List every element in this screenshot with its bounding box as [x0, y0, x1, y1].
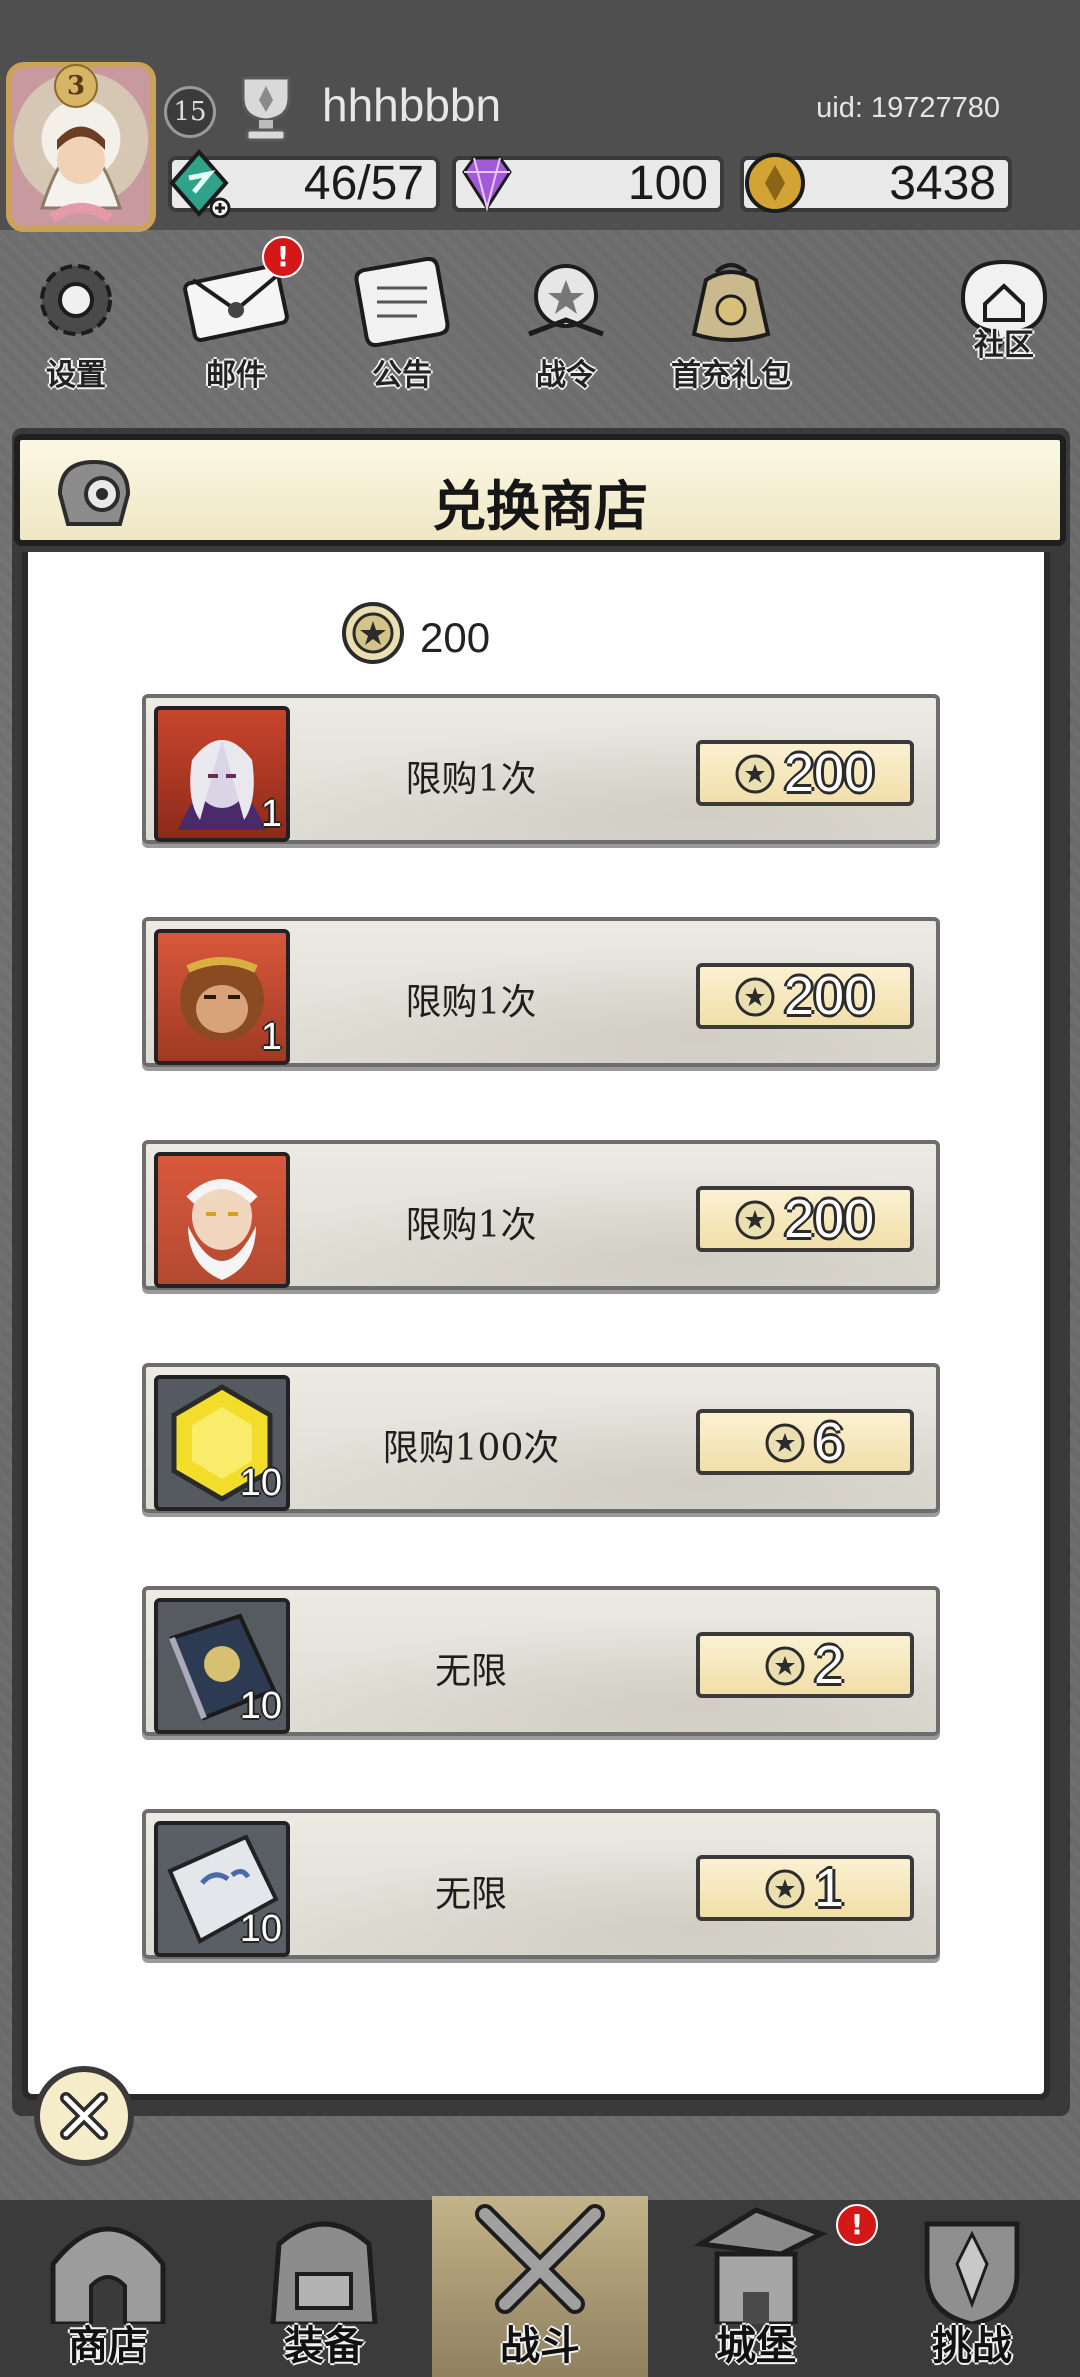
nav-challenge-label: 挑战 — [932, 2323, 1012, 2369]
item-quantity: 1 — [260, 793, 282, 835]
nav-equipment[interactable]: 装备 — [216, 2196, 432, 2377]
shop-item-icon — [154, 1152, 290, 1288]
purchase-limit: 无限 — [434, 1651, 507, 1692]
price-value: 200 — [784, 743, 875, 803]
menu-announcement[interactable]: 公告 — [342, 250, 462, 400]
backpack-icon — [270, 2221, 378, 2324]
scroll-icon — [354, 256, 450, 348]
star-coin-icon — [765, 1646, 805, 1686]
shop-item-row: 10 限购100次 6 — [142, 1363, 940, 1513]
star-coin-icon — [735, 1200, 775, 1240]
shield-trophy-icon — [924, 2221, 1020, 2324]
menu-settings[interactable]: 设置 — [16, 250, 136, 400]
stamina-crystal-icon[interactable] — [164, 148, 234, 218]
shop-item-icon: 1 — [154, 929, 290, 1065]
username: hhhbbbn — [322, 79, 502, 131]
star-coin-icon — [735, 977, 775, 1017]
buy-button[interactable]: 200 — [696, 1186, 914, 1252]
nav-battle-label: 战斗 — [500, 2323, 580, 2369]
item-quantity: 10 — [239, 1685, 282, 1727]
battle-pass-icon — [528, 264, 604, 337]
menu-mail-label: 邮件 — [206, 358, 266, 393]
panel-title: 兑换商店 — [432, 474, 648, 538]
panel-header: 兑换商店 — [14, 434, 1066, 546]
close-icon — [60, 2092, 108, 2140]
purchase-limit: 限购1次 — [405, 982, 537, 1023]
purple-diamond-icon[interactable] — [452, 148, 522, 218]
shop-item-row: 10 无限 1 — [142, 1809, 940, 1959]
mail-notification-badge: ! — [262, 236, 304, 278]
nav-castle-label: 城堡 — [716, 2323, 796, 2369]
shop-item-row: 1 限购1次 200 — [142, 917, 940, 1067]
hero-portrait-sage-icon — [186, 1179, 258, 1280]
purchase-limit: 限购100次 — [382, 1428, 560, 1469]
buy-button[interactable]: 200 — [696, 963, 914, 1029]
gold-coin-icon[interactable] — [740, 148, 810, 218]
purchase-limit: 限购1次 — [405, 1205, 537, 1246]
nav-castle[interactable]: 城堡 — [648, 2196, 864, 2377]
menu-battle-pass[interactable]: 战令 — [506, 250, 626, 400]
shop-item-icon: 10 — [154, 1375, 290, 1511]
nav-challenge[interactable]: 挑战 — [864, 2196, 1080, 2377]
player-level-badge: 3 — [54, 64, 98, 108]
menu-first-recharge[interactable]: 首充礼包 — [660, 250, 802, 400]
nav-equipment-label: 装备 — [284, 2323, 364, 2369]
price-value: 200 — [784, 1189, 875, 1249]
shop-item-row: 1 限购1次 200 — [142, 694, 940, 844]
gift-bag-icon — [691, 263, 771, 342]
price-value: 1 — [814, 1858, 845, 1918]
crossed-swords-icon — [475, 2204, 605, 2314]
item-quantity: 10 — [239, 1462, 282, 1504]
shop-item-icon: 10 — [154, 1821, 290, 1957]
menu-announcement-label: 公告 — [372, 358, 432, 393]
price-value: 200 — [784, 966, 875, 1026]
trophy-icon[interactable] — [233, 72, 299, 144]
buy-button[interactable]: 200 — [696, 740, 914, 806]
star-coin-icon — [735, 754, 775, 794]
star-coin-icon — [765, 1869, 805, 1909]
gear-icon — [40, 264, 112, 336]
currency-balance-value: 200 — [420, 614, 491, 661]
uid-label: uid: 19727780 — [816, 92, 1000, 124]
close-button[interactable] — [34, 2066, 134, 2166]
nav-battle[interactable]: 战斗 — [432, 2196, 648, 2377]
buy-button[interactable]: 6 — [696, 1409, 914, 1475]
buy-button[interactable]: 2 — [696, 1632, 914, 1698]
purchase-limit: 无限 — [434, 1874, 507, 1915]
shop-item-icon: 1 — [154, 706, 290, 842]
shop-item-row: 10 无限 2 — [142, 1586, 940, 1736]
price-value: 2 — [814, 1635, 845, 1695]
castle-icon — [693, 2207, 828, 2324]
shop-item-row: 限购1次 200 — [142, 1140, 940, 1290]
shop-hut-icon — [50, 2226, 166, 2324]
price-value: 6 — [814, 1412, 845, 1472]
star-coin-icon — [342, 602, 404, 664]
item-quantity: 1 — [260, 1016, 282, 1058]
nav-shop-label: 商店 — [68, 2323, 148, 2369]
shop-item-icon: 10 — [154, 1598, 290, 1734]
menu-community[interactable]: 社区 — [944, 250, 1064, 400]
menu-battle-pass-label: 战令 — [536, 358, 596, 393]
menu-first-recharge-label: 首充礼包 — [671, 358, 791, 393]
account-level-badge: 15 — [164, 86, 216, 138]
menu-settings-label: 设置 — [46, 358, 106, 393]
nav-shop[interactable]: 商店 — [0, 2196, 216, 2377]
star-coin-icon — [765, 1423, 805, 1463]
buy-button[interactable]: 1 — [696, 1855, 914, 1921]
menu-community-label: 社区 — [974, 328, 1034, 363]
item-quantity: 10 — [239, 1908, 282, 1950]
purchase-limit: 限购1次 — [405, 759, 537, 800]
